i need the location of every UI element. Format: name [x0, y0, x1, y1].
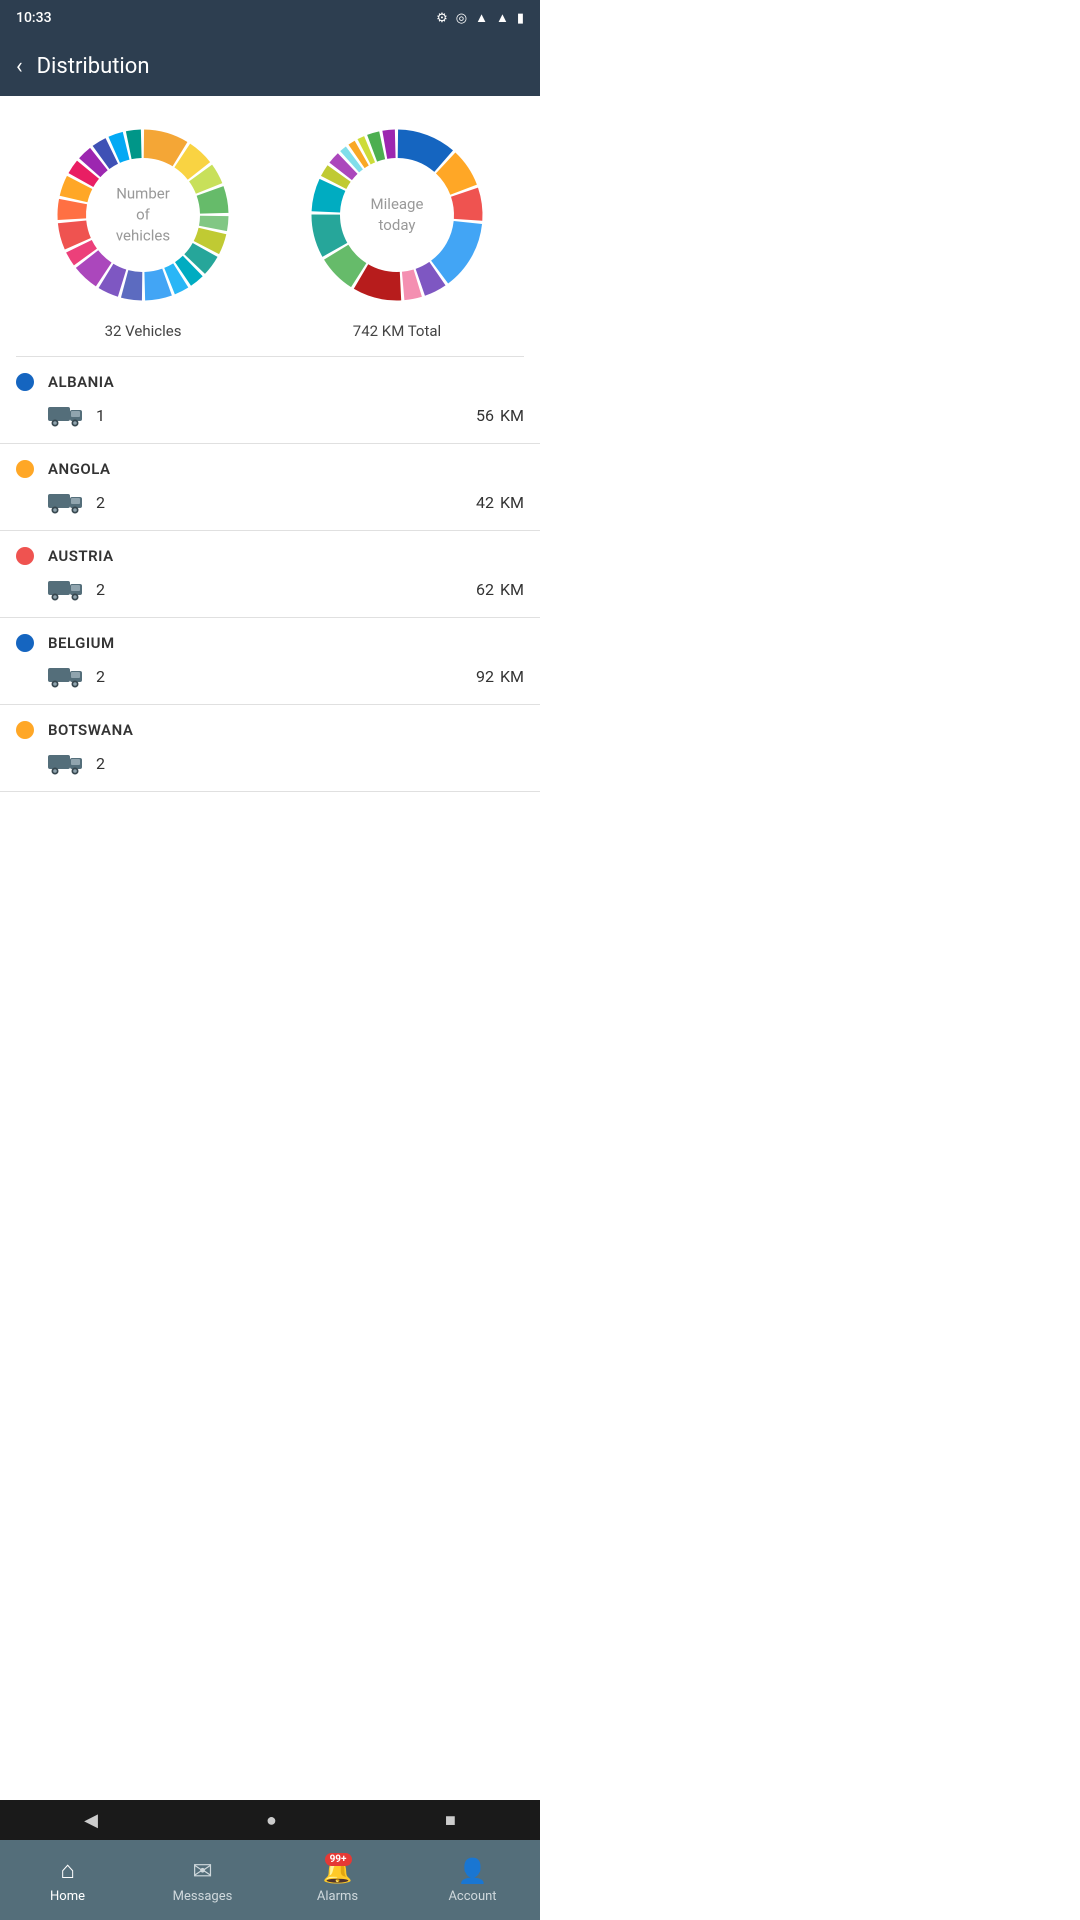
- page-title: Distribution: [37, 54, 150, 79]
- mileage-info: 42 KM: [476, 493, 524, 512]
- country-color-dot: [16, 460, 34, 478]
- truck-info: 2: [48, 749, 105, 777]
- alarms-badge: 99+: [325, 1853, 352, 1866]
- settings-icon: ⚙: [436, 11, 448, 26]
- truck-info: 2: [48, 662, 105, 690]
- country-name: ALBANIA: [48, 373, 114, 391]
- country-header: ANGOLA: [16, 460, 524, 478]
- country-header: AUSTRIA: [16, 547, 524, 565]
- android-recent[interactable]: ■: [445, 1810, 456, 1831]
- home-icon: ⌂: [60, 1856, 75, 1885]
- country-detail: 2 42 KM: [16, 488, 524, 530]
- nav-account[interactable]: 👤 Account: [405, 1857, 540, 1904]
- country-detail: 1 56 KM: [16, 401, 524, 443]
- vehicles-chart: Number of vehicles 32 Vehicles: [48, 120, 238, 340]
- truck-icon: [48, 662, 84, 690]
- signal-icon: ▲: [496, 10, 509, 26]
- country-name: AUSTRIA: [48, 547, 114, 565]
- truck-info: 2: [48, 575, 105, 603]
- vehicles-donut: Number of vehicles: [48, 120, 238, 310]
- country-item: ALBANIA 1 56 KM: [0, 357, 540, 444]
- charts-section: Number of vehicles 32 Vehicles Mileage t…: [0, 96, 540, 356]
- nav-messages[interactable]: ✉ Messages: [135, 1857, 270, 1904]
- country-color-dot: [16, 634, 34, 652]
- country-detail: 2 92 KM: [16, 662, 524, 704]
- battery-icon: ▮: [517, 11, 524, 26]
- nav-account-label: Account: [448, 1889, 496, 1904]
- mileage-unit: KM: [500, 667, 524, 686]
- truck-icon: [48, 575, 84, 603]
- truck-icon: [48, 488, 84, 516]
- at-icon: ◎: [456, 11, 467, 26]
- country-color-dot: [16, 547, 34, 565]
- mileage-value: 42: [476, 493, 494, 512]
- mileage-donut: Mileage today: [302, 120, 492, 310]
- country-color-dot: [16, 721, 34, 739]
- vehicle-count: 2: [96, 667, 105, 686]
- mileage-chart: Mileage today 742 KM Total: [302, 120, 492, 340]
- country-header: BOTSWANA: [16, 721, 524, 739]
- bottom-nav: ⌂ Home ✉ Messages 99+ 🔔 Alarms 👤 Account: [0, 1840, 540, 1920]
- country-item: BELGIUM 2 92 KM: [0, 618, 540, 705]
- back-button[interactable]: ‹: [16, 54, 23, 79]
- country-item: AUSTRIA 2 62 KM: [0, 531, 540, 618]
- nav-messages-label: Messages: [173, 1889, 233, 1904]
- nav-home-label: Home: [50, 1889, 85, 1904]
- nav-alarms[interactable]: 99+ 🔔 Alarms: [270, 1857, 405, 1904]
- truck-icon: [48, 401, 84, 429]
- mileage-unit: KM: [500, 580, 524, 599]
- android-back[interactable]: ◀: [84, 1810, 98, 1831]
- country-name: BOTSWANA: [48, 721, 133, 739]
- truck-info: 2: [48, 488, 105, 516]
- country-header: ALBANIA: [16, 373, 524, 391]
- mileage-unit: KM: [500, 406, 524, 425]
- country-name: BELGIUM: [48, 634, 115, 652]
- country-list: ALBANIA 156KMANGOLA 242KMAUSTRIA 262KMBE…: [0, 357, 540, 872]
- country-item: ANGOLA 2 42 KM: [0, 444, 540, 531]
- status-time: 10:33: [16, 10, 52, 26]
- android-nav: ◀ ● ■: [0, 1800, 540, 1840]
- mileage-info: 62 KM: [476, 580, 524, 599]
- vehicle-count: 1: [96, 406, 105, 425]
- vehicles-label: 32 Vehicles: [105, 322, 182, 340]
- vehicle-count: 2: [96, 580, 105, 599]
- messages-icon: ✉: [192, 1857, 212, 1885]
- status-bar: 10:33 ⚙ ◎ ▲ ▲ ▮: [0, 0, 540, 36]
- country-header: BELGIUM: [16, 634, 524, 652]
- country-name: ANGOLA: [48, 460, 110, 478]
- country-item: BOTSWANA 2: [0, 705, 540, 792]
- mileage-unit: KM: [500, 493, 524, 512]
- mileage-info: 56 KM: [476, 406, 524, 425]
- mileage-value: 92: [476, 667, 494, 686]
- truck-icon: [48, 749, 84, 777]
- top-bar: ‹ Distribution: [0, 36, 540, 96]
- truck-info: 1: [48, 401, 105, 429]
- account-icon: 👤: [458, 1857, 488, 1885]
- mileage-value: 56: [476, 406, 494, 425]
- android-home[interactable]: ●: [266, 1810, 277, 1831]
- country-detail: 2: [16, 749, 524, 791]
- wifi-icon: ▲: [475, 10, 488, 26]
- country-color-dot: [16, 373, 34, 391]
- status-icons: ⚙ ◎ ▲ ▲ ▮: [436, 10, 524, 26]
- country-detail: 2 62 KM: [16, 575, 524, 617]
- mileage-value: 62: [476, 580, 494, 599]
- nav-home[interactable]: ⌂ Home: [0, 1856, 135, 1904]
- nav-alarms-label: Alarms: [317, 1889, 358, 1904]
- mileage-label: 742 KM Total: [353, 322, 441, 340]
- mileage-info: 92 KM: [476, 667, 524, 686]
- vehicle-count: 2: [96, 493, 105, 512]
- vehicle-count: 2: [96, 754, 105, 773]
